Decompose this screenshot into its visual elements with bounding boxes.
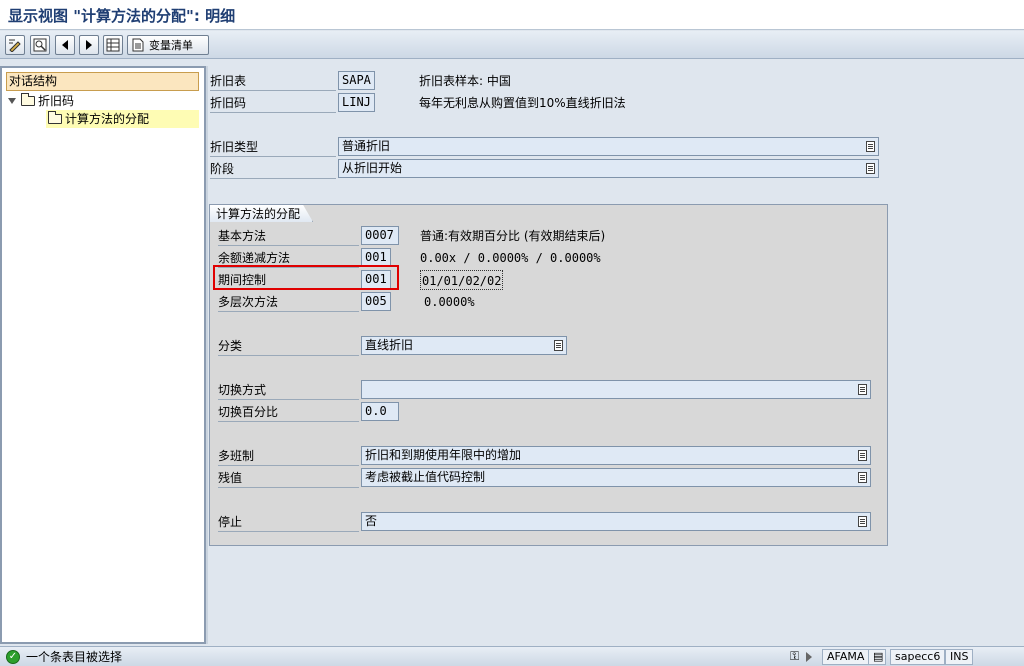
scrap-label: 残值 [218, 468, 359, 488]
expand-icon[interactable] [8, 98, 16, 104]
list-icon[interactable] [866, 163, 875, 174]
change-pct-field[interactable]: 0.0 [361, 402, 399, 421]
depr-type-dropdown[interactable]: 普通折旧 [338, 137, 879, 156]
multilevel-desc: 0.0000% [424, 295, 475, 309]
depr-table-field[interactable]: SAPA [338, 71, 375, 90]
folder-icon [21, 93, 35, 106]
title-bar: 显示视图 "计算方法的分配": 明细 [0, 0, 1024, 30]
transaction-code: AFAMA [822, 649, 870, 665]
details-icon[interactable] [30, 35, 50, 55]
declining-desc: 0.00x / 0.0000% / 0.0000% [420, 251, 601, 265]
class-value: 直线折旧 [365, 338, 414, 352]
stop-label: 停止 [218, 512, 359, 532]
base-method-desc: 普通:有效期百分比 (有效期结束后) [420, 229, 606, 243]
dialog-structure-panel: 对话结构 折旧码 计算方法的分配 [0, 66, 206, 644]
phase-value: 从折旧开始 [342, 161, 403, 175]
change-method-dropdown[interactable] [361, 380, 871, 399]
multilevel-label: 多层次方法 [218, 292, 359, 312]
stop-dropdown[interactable]: 否 [361, 512, 871, 531]
next-entry-icon[interactable] [79, 35, 99, 55]
application-toolbar: 变量清单 [0, 31, 1024, 59]
panel-splitter[interactable] [206, 66, 208, 644]
dialog-structure-header: 对话结构 [6, 72, 199, 91]
depr-key-desc: 每年无利息从购置值到10%直线折旧法 [419, 96, 626, 110]
depr-type-label: 折旧类型 [210, 137, 336, 157]
base-method-field[interactable]: 0007 [361, 226, 399, 245]
list-icon[interactable] [858, 450, 867, 461]
scrap-value: 考虑被截止值代码控制 [365, 470, 486, 484]
status-message: 一个条表目被选择 [26, 650, 123, 664]
base-method-label: 基本方法 [218, 226, 359, 246]
tree-item-calc-method-assignment[interactable]: 计算方法的分配 [46, 110, 199, 128]
change-list-button[interactable]: 变量清单 [127, 35, 209, 55]
display-change-icon[interactable] [5, 35, 25, 55]
scrap-dropdown[interactable]: 考虑被截止值代码控制 [361, 468, 871, 487]
depr-key-label: 折旧码 [210, 93, 336, 113]
list-icon[interactable] [858, 472, 867, 483]
previous-entry-icon[interactable] [55, 35, 75, 55]
change-list-label: 变量清单 [149, 39, 193, 52]
class-label: 分类 [218, 336, 359, 356]
list-icon[interactable] [858, 384, 867, 395]
tree-item-label: 折旧码 [38, 94, 75, 108]
list-icon[interactable] [866, 141, 875, 152]
table-view-icon[interactable] [103, 35, 123, 55]
depr-type-value: 普通折旧 [342, 139, 391, 153]
status-bar: ✓ 一个条表目被选择 ⚿ AFAMA ▤ sapecc6 INS [0, 646, 1024, 666]
multishift-label: 多班制 [218, 446, 359, 466]
success-check-icon: ✓ [6, 650, 20, 664]
calc-method-group-title: 计算方法的分配 [209, 204, 314, 222]
list-icon[interactable] [554, 340, 563, 351]
multilevel-field[interactable]: 005 [361, 292, 391, 311]
depr-table-desc: 折旧表样本: 中国 [419, 74, 511, 88]
phase-label: 阶段 [210, 159, 336, 179]
server-name: sapecc6 [890, 649, 946, 665]
multishift-value: 折旧和到期使用年限中的增加 [365, 448, 522, 462]
document-icon [132, 38, 144, 52]
tree-item-label: 计算方法的分配 [65, 112, 150, 126]
depr-table-label: 折旧表 [210, 71, 336, 91]
change-pct-label: 切换百分比 [218, 402, 359, 422]
depr-key-field[interactable]: LINJ [338, 93, 375, 112]
session-list-icon[interactable]: ▤ [868, 649, 886, 665]
change-method-label: 切换方式 [218, 380, 359, 400]
phase-dropdown[interactable]: 从折旧开始 [338, 159, 879, 178]
status-expand-icon[interactable] [806, 652, 812, 662]
multishift-dropdown[interactable]: 折旧和到期使用年限中的增加 [361, 446, 871, 465]
highlight-box [213, 265, 399, 290]
window-title: 显示视图 "计算方法的分配": 明细 [8, 7, 236, 25]
open-folder-icon [48, 111, 62, 124]
class-dropdown[interactable]: 直线折旧 [361, 336, 567, 355]
stop-value: 否 [365, 514, 378, 528]
period-control-desc: 01/01/02/02 [420, 270, 504, 290]
list-icon[interactable] [858, 516, 867, 527]
key-icon[interactable]: ⚿ [790, 649, 799, 664]
tree-item-depr-key[interactable]: 折旧码 [8, 92, 74, 110]
insert-mode: INS [945, 649, 974, 665]
